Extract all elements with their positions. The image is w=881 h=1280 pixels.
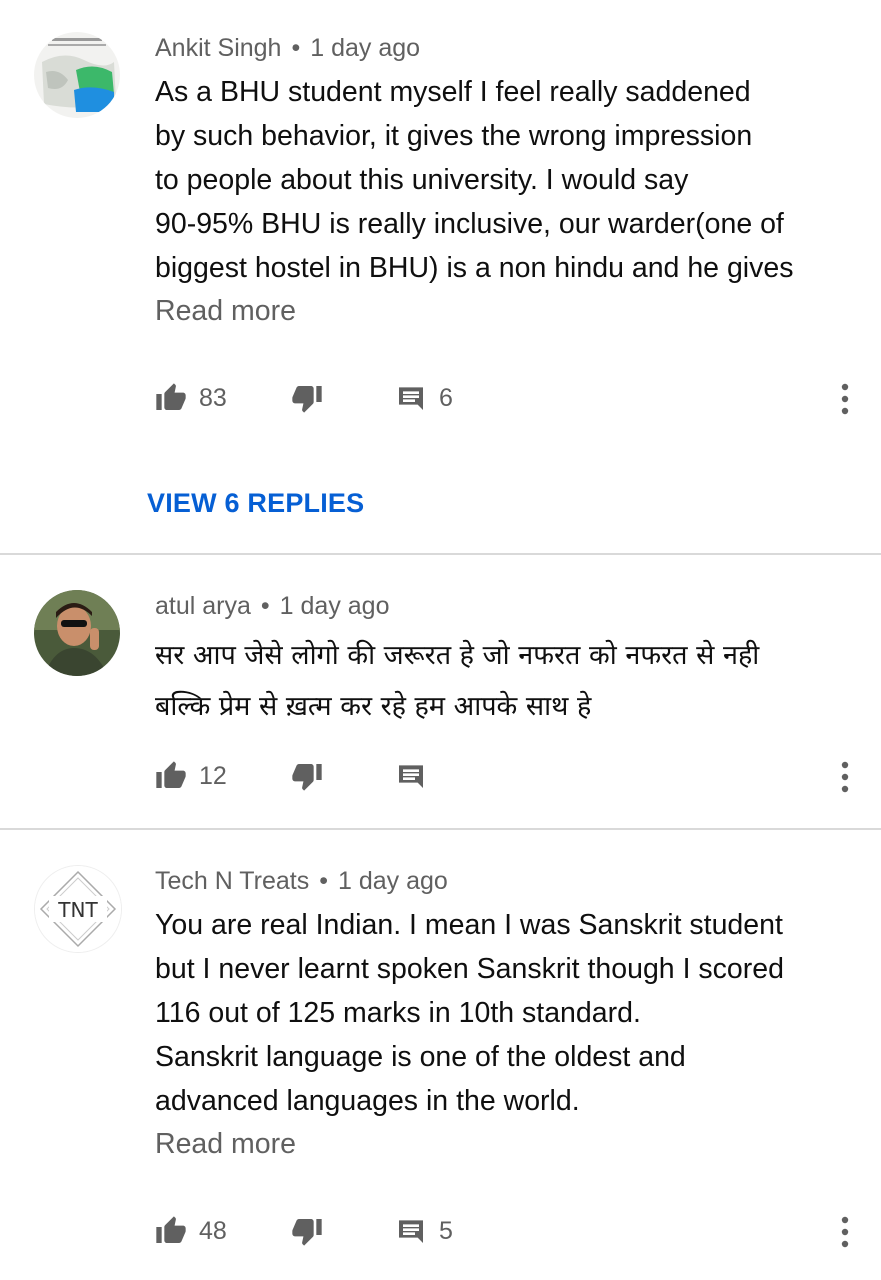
- comment-meta: Tech N Treats • 1 day ago: [155, 867, 448, 896]
- comment-text: You are real Indian. I mean I was Sanskr…: [155, 909, 784, 1117]
- more-options-button[interactable]: [835, 756, 855, 796]
- like-button[interactable]: 12: [155, 756, 227, 796]
- more-vert-icon: [835, 761, 855, 800]
- thumb-down-icon: [291, 1215, 323, 1247]
- reply-button[interactable]: 6: [395, 378, 453, 418]
- separator-dot: •: [319, 867, 328, 895]
- read-more-link[interactable]: Read more: [155, 295, 296, 328]
- like-count: 48: [199, 1216, 227, 1245]
- reply-icon: [395, 1215, 427, 1247]
- like-count: 12: [199, 761, 227, 790]
- dislike-button[interactable]: [291, 756, 323, 796]
- view-replies-button[interactable]: VIEW 6 REPLIES: [147, 488, 364, 519]
- dislike-button[interactable]: [291, 378, 323, 418]
- divider: [0, 828, 881, 830]
- comment-meta: Ankit Singh • 1 day ago: [155, 34, 420, 63]
- read-more-link[interactable]: Read more: [155, 1128, 296, 1161]
- timestamp[interactable]: 1 day ago: [310, 34, 420, 62]
- thumb-up-icon: [155, 382, 187, 414]
- avatar[interactable]: [34, 32, 120, 118]
- author-name[interactable]: Tech N Treats: [155, 867, 309, 895]
- avatar-logo-text: TNT: [57, 898, 98, 922]
- more-vert-icon: [835, 383, 855, 422]
- more-options-button[interactable]: [835, 378, 855, 418]
- timestamp[interactable]: 1 day ago: [280, 592, 390, 620]
- more-vert-icon: [835, 1216, 855, 1255]
- author-name[interactable]: atul arya: [155, 592, 251, 620]
- reply-button[interactable]: 5: [395, 1211, 453, 1251]
- timestamp[interactable]: 1 day ago: [338, 867, 448, 895]
- reply-icon: [395, 760, 427, 792]
- comment-text: As a BHU student myself I feel really sa…: [155, 76, 794, 284]
- thumb-up-icon: [155, 1215, 187, 1247]
- thumb-down-icon: [291, 760, 323, 792]
- comment-actions: 83 6: [155, 378, 865, 418]
- comment-meta: atul arya • 1 day ago: [155, 592, 389, 621]
- like-button[interactable]: 83: [155, 378, 227, 418]
- reply-count: 5: [439, 1216, 453, 1245]
- reply-button[interactable]: [395, 756, 427, 796]
- more-options-button[interactable]: [835, 1211, 855, 1251]
- comment-actions: 48 5: [155, 1211, 865, 1251]
- separator-dot: •: [260, 592, 270, 620]
- separator-dot: •: [291, 34, 301, 62]
- like-button[interactable]: 48: [155, 1211, 227, 1251]
- divider: [0, 553, 881, 555]
- comment-text: सर आप जेसे लोगो की जरूरत हे जो नफरत को न…: [155, 640, 760, 722]
- author-name[interactable]: Ankit Singh: [155, 34, 281, 62]
- reply-count: 6: [439, 383, 453, 412]
- comment-actions: 12: [155, 756, 865, 796]
- dislike-button[interactable]: [291, 1211, 323, 1251]
- avatar[interactable]: TNT: [34, 865, 122, 953]
- reply-icon: [395, 382, 427, 414]
- like-count: 83: [199, 383, 227, 412]
- thumb-up-icon: [155, 760, 187, 792]
- avatar[interactable]: [34, 590, 120, 676]
- thumb-down-icon: [291, 382, 323, 414]
